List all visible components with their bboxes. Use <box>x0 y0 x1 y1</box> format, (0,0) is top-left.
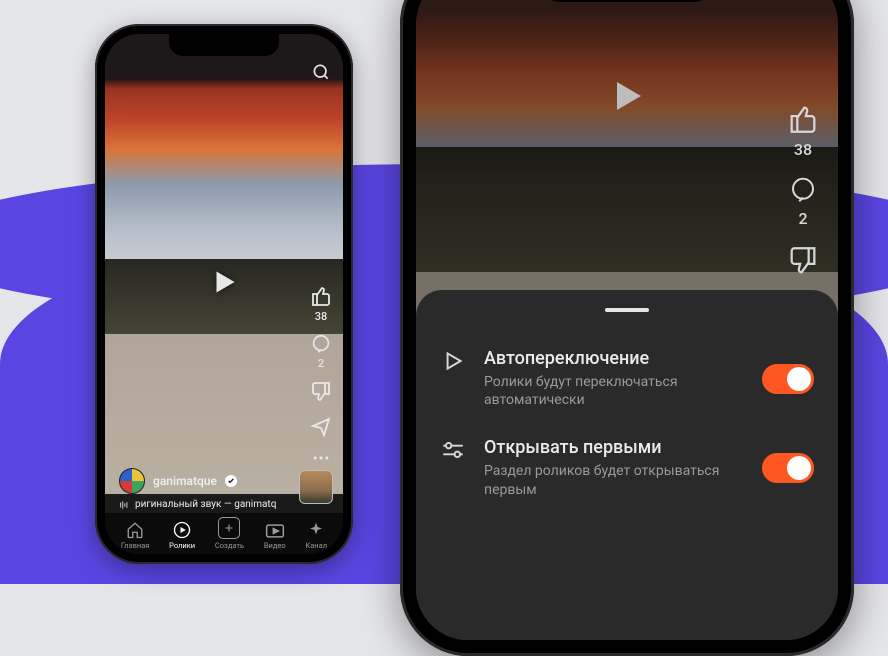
search-icon[interactable] <box>311 62 331 86</box>
video-icon <box>265 523 285 539</box>
like-count: 38 <box>315 310 328 323</box>
phone-left-screen: 38 2 ganimatque ригинал <box>105 34 343 554</box>
tab-label: Канал <box>305 541 327 550</box>
share-button[interactable] <box>309 414 333 438</box>
like-count: 38 <box>794 140 812 159</box>
author-row[interactable]: ganimatque <box>119 468 293 494</box>
comment-count: 2 <box>318 357 324 370</box>
verified-icon <box>225 475 237 487</box>
more-button[interactable] <box>311 448 331 468</box>
open-first-toggle[interactable] <box>762 453 814 483</box>
like-button[interactable]: 38 <box>786 102 820 159</box>
notch <box>542 0 712 2</box>
sparkle-icon <box>307 521 325 539</box>
tab-label: Создать <box>215 541 244 550</box>
setting-open-first: Открывать первыми Раздел роликов будет о… <box>440 423 814 512</box>
phone-left: 38 2 ganimatque ригинал <box>95 24 353 564</box>
phone-right: 38 2 Автопереключение Ролики буд <box>400 0 854 656</box>
tab-clips[interactable]: Ролики <box>169 521 195 550</box>
dislike-button[interactable] <box>309 380 333 404</box>
like-button[interactable]: 38 <box>309 284 333 323</box>
bottom-tabbar: Главная Ролики Создать Видео Канал <box>105 512 343 554</box>
audio-track[interactable]: ригинальный звук — ganimatq <box>119 499 283 510</box>
dislike-button[interactable] <box>786 244 820 278</box>
tab-create[interactable]: Создать <box>215 517 244 550</box>
home-icon <box>126 521 144 539</box>
setting-desc: Раздел роликов будет открываться первым <box>484 462 746 498</box>
play-icon[interactable] <box>206 264 242 304</box>
action-rail: 38 2 <box>309 284 333 468</box>
comment-count: 2 <box>798 209 807 228</box>
setting-autoplay: Автопереключение Ролики будут переключат… <box>440 334 814 423</box>
tab-channel[interactable]: Канал <box>305 521 327 550</box>
sheet-grabber[interactable] <box>605 308 649 312</box>
toggle-knob <box>787 367 811 391</box>
sliders-icon <box>440 437 468 467</box>
notch <box>169 34 279 56</box>
setting-title: Открывать первыми <box>484 437 746 458</box>
comment-button[interactable]: 2 <box>788 175 818 228</box>
tab-home[interactable]: Главная <box>121 521 150 550</box>
author-name: ganimatque <box>153 474 217 488</box>
clips-icon <box>173 521 191 539</box>
setting-title: Автопереключение <box>484 348 746 369</box>
play-icon[interactable] <box>603 72 651 124</box>
equalizer-icon <box>119 500 129 510</box>
autoplay-icon <box>440 348 468 378</box>
tab-label: Ролики <box>169 541 195 550</box>
plus-icon <box>218 517 240 539</box>
comment-button[interactable]: 2 <box>310 333 332 370</box>
autoplay-toggle[interactable] <box>762 364 814 394</box>
tab-label: Видео <box>264 541 286 550</box>
toggle-knob <box>787 456 811 480</box>
avatar <box>119 468 145 494</box>
sound-thumbnail[interactable] <box>299 470 333 504</box>
tab-video[interactable]: Видео <box>264 523 286 550</box>
settings-bottomsheet: Автопереключение Ролики будут переключат… <box>416 290 838 640</box>
phone-right-screen: 38 2 Автопереключение Ролики буд <box>416 0 838 640</box>
setting-desc: Ролики будут переключаться автоматически <box>484 373 746 409</box>
audio-text: ригинальный звук — ganimatq <box>135 499 276 510</box>
tab-label: Главная <box>121 541 150 550</box>
